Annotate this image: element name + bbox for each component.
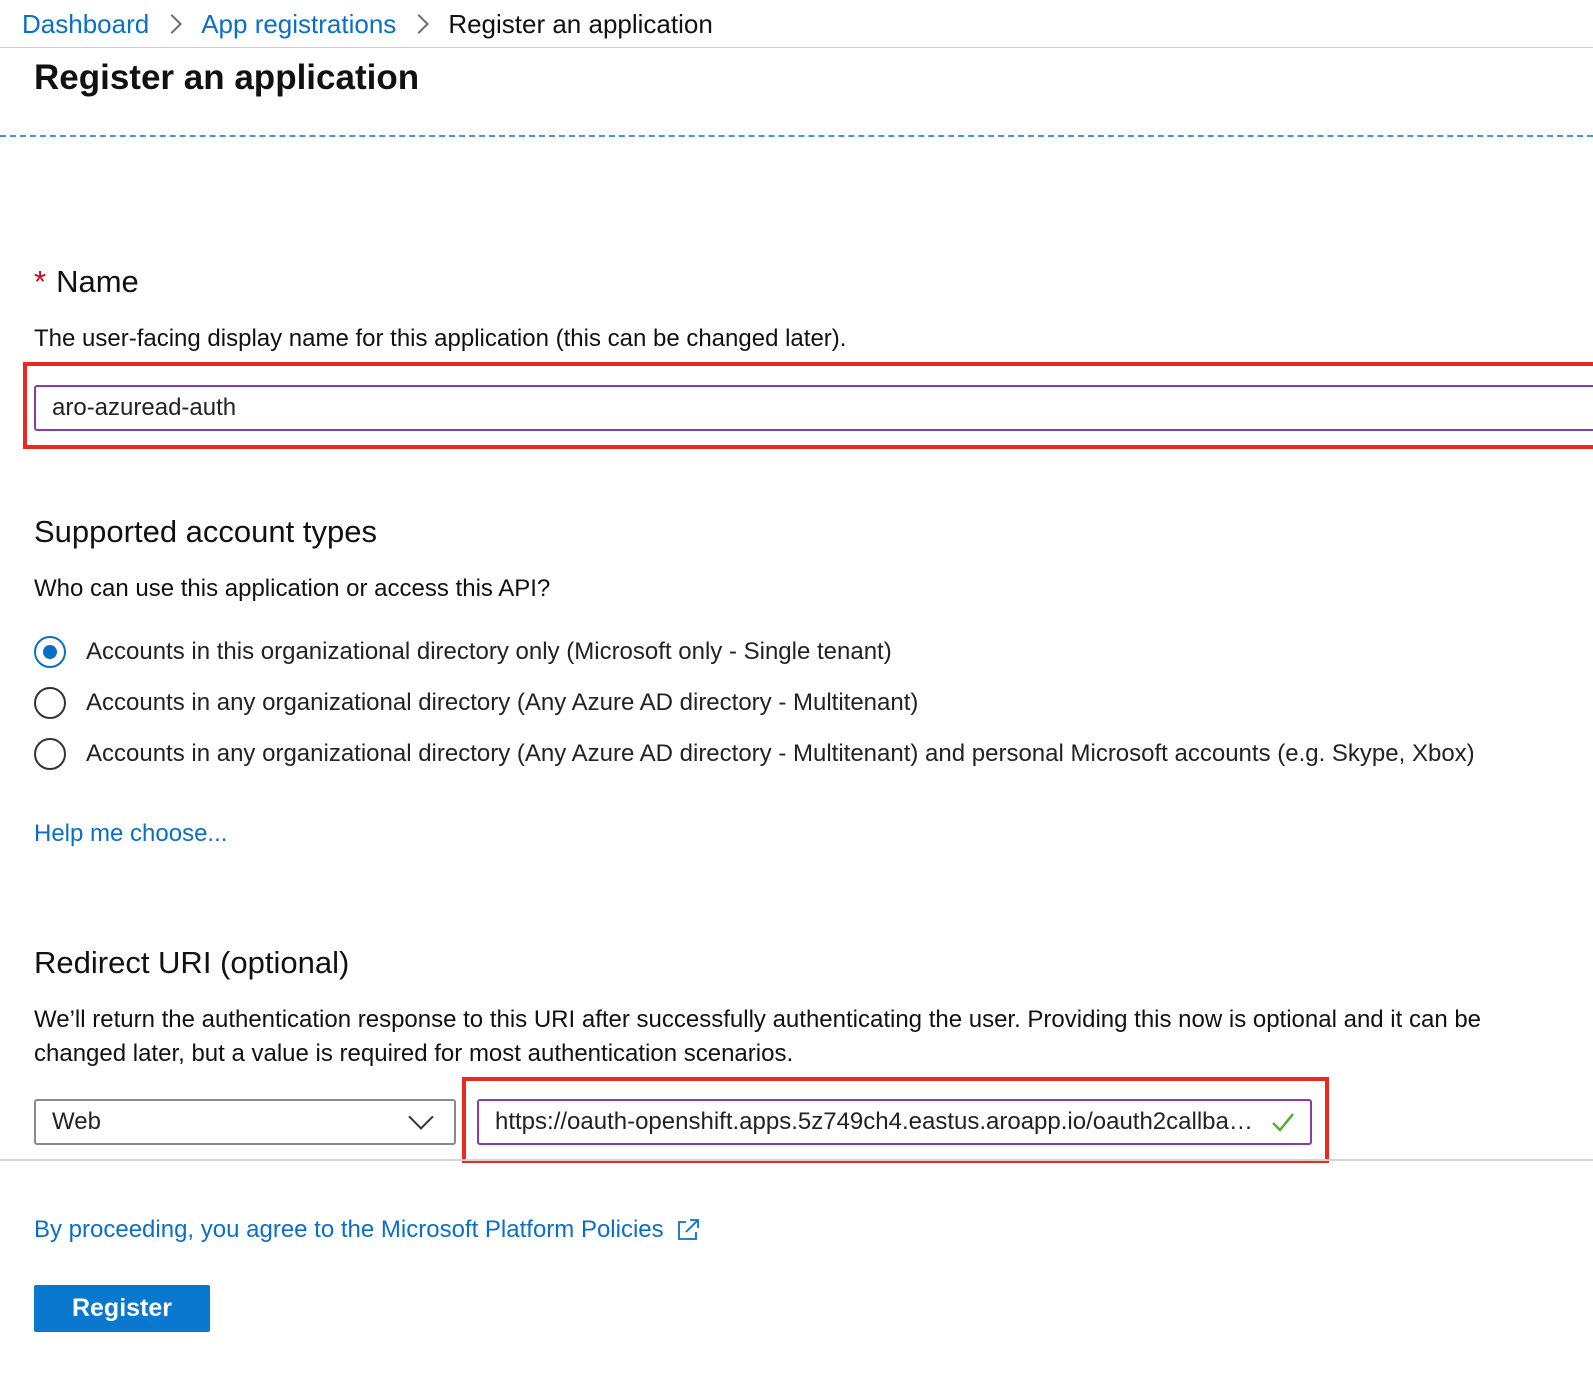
redirect-uri-header: Redirect URI (optional) <box>34 945 350 980</box>
redirect-uri-field[interactable] <box>477 1099 1312 1145</box>
redirect-description-line2: changed later, but a value is required f… <box>34 1040 794 1067</box>
breadcrumb: Dashboard App registrations Register an … <box>22 6 713 42</box>
breadcrumb-dashboard-link[interactable]: Dashboard <box>22 9 149 40</box>
title-divider <box>0 135 1593 137</box>
radio-single-tenant[interactable]: Accounts in this organizational director… <box>34 632 892 672</box>
radio-label: Accounts in any organizational directory… <box>86 689 919 716</box>
radio-button-checked[interactable] <box>34 636 66 668</box>
radio-label: Accounts in any organizational directory… <box>86 740 1475 767</box>
required-marker: * <box>34 264 47 299</box>
name-header-text: Name <box>56 264 139 299</box>
platform-policies-link-row[interactable]: By proceeding, you agree to the Microsof… <box>34 1212 702 1248</box>
account-types-header: Supported account types <box>34 514 377 549</box>
breadcrumb-current: Register an application <box>448 8 713 39</box>
radio-button[interactable] <box>34 687 66 719</box>
redirect-uri-input[interactable] <box>495 1108 1264 1136</box>
checkmark-icon <box>1272 1113 1294 1132</box>
radio-multitenant-personal[interactable]: Accounts in any organizational directory… <box>34 734 1475 774</box>
name-section-header: * Name <box>34 264 139 300</box>
page-title: Register an application <box>34 58 420 97</box>
breadcrumb-app-registrations-link[interactable]: App registrations <box>201 9 396 40</box>
platform-policies-link[interactable]: By proceeding, you agree to the Microsof… <box>34 1216 664 1244</box>
register-button[interactable]: Register <box>34 1285 210 1332</box>
redirect-description-line1: We’ll return the authentication response… <box>34 1006 1482 1033</box>
footer-divider <box>0 1159 1593 1161</box>
help-me-choose-link[interactable]: Help me choose... <box>34 820 227 848</box>
platform-select[interactable]: Web <box>34 1099 456 1145</box>
account-types-question: Who can use this application or access t… <box>34 575 551 602</box>
chevron-down-icon <box>408 1104 434 1130</box>
external-link-icon <box>677 1219 699 1240</box>
radio-multitenant[interactable]: Accounts in any organizational directory… <box>34 683 918 723</box>
chevron-right-icon <box>162 14 183 34</box>
radio-button[interactable] <box>34 738 66 770</box>
radio-label: Accounts in this organizational director… <box>86 638 892 665</box>
header-divider <box>0 47 1593 48</box>
platform-select-value: Web <box>52 1108 101 1135</box>
chevron-right-icon <box>409 14 430 34</box>
name-description: The user-facing display name for this ap… <box>34 325 847 352</box>
name-input[interactable] <box>34 385 1593 431</box>
